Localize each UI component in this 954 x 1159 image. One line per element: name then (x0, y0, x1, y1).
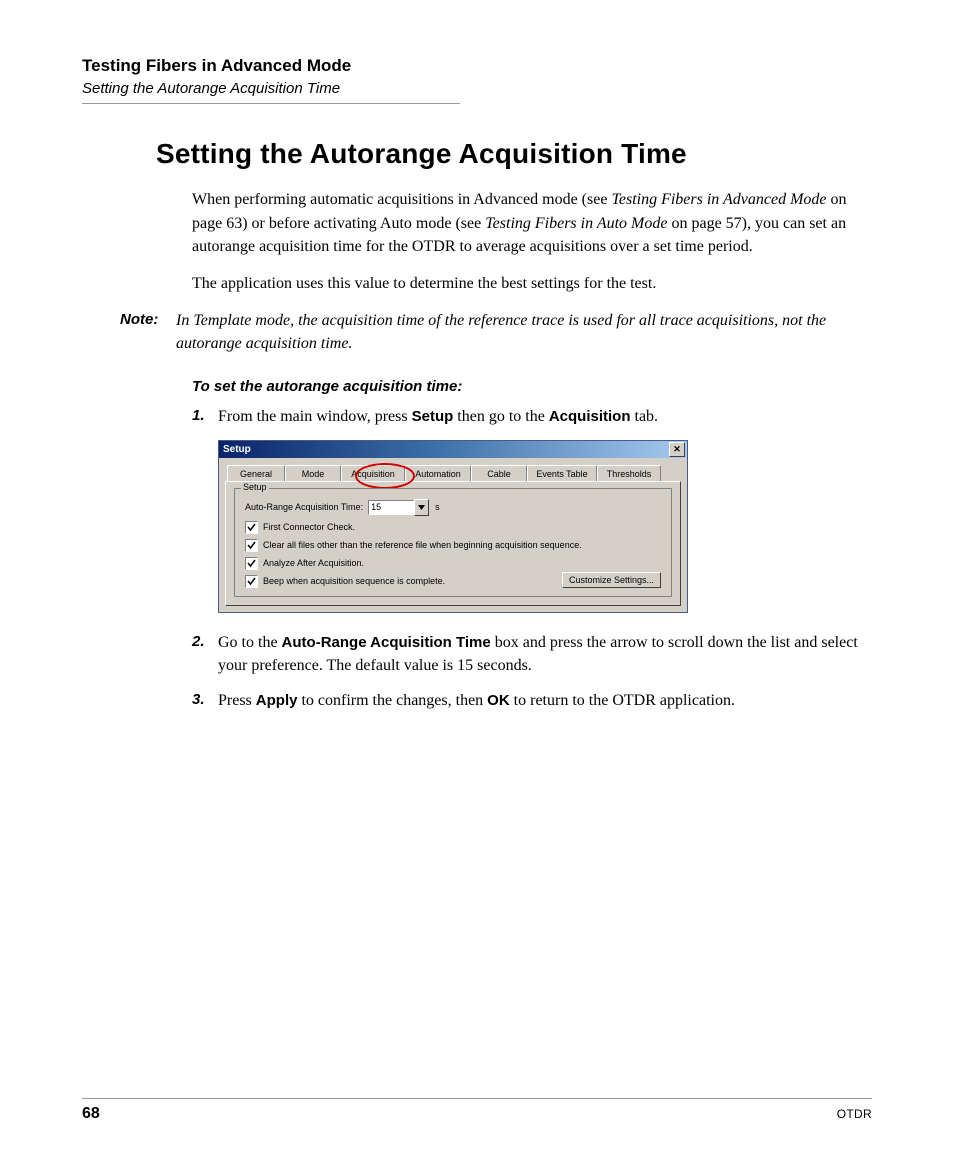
tab-general[interactable]: General (227, 465, 285, 482)
select-auto-range[interactable]: 15 (368, 499, 429, 516)
dialog-titlebar: Setup ✕ (219, 441, 687, 458)
tab-automation[interactable]: Automation (405, 465, 471, 482)
footer-rule (82, 1098, 872, 1099)
ui-ref-setup: Setup (412, 408, 454, 425)
checkbox-beep[interactable] (245, 575, 258, 588)
text: When performing automatic acquisitions i… (192, 191, 611, 208)
dialog-window: Setup ✕ General Mode Acquisition Automat… (218, 440, 688, 613)
tab-events-table[interactable]: Events Table (527, 465, 597, 482)
steps-list-continued: 2. Go to the Auto-Range Acquisition Time… (192, 631, 872, 713)
step-1: 1. From the main window, press Setup the… (192, 405, 872, 428)
screenshot-setup-dialog: Setup ✕ General Mode Acquisition Automat… (218, 440, 686, 613)
checkbox-label: Beep when acquisition sequence is comple… (263, 576, 445, 586)
checkbox-analyze[interactable] (245, 557, 258, 570)
note-text: In Template mode, the acquisition time o… (176, 309, 866, 355)
text: Go to the (218, 634, 282, 651)
unit-label: s (435, 502, 440, 512)
ui-ref-acquisition: Acquisition (549, 408, 631, 425)
checkbox-label: Analyze After Acquisition. (263, 558, 364, 568)
header-rule (82, 103, 460, 104)
step-text: Go to the Auto-Range Acquisition Time bo… (218, 631, 866, 677)
checkbox-label: Clear all files other than the reference… (263, 540, 582, 550)
row-chk-first-connector: First Connector Check. (245, 521, 661, 534)
task-heading: To set the autorange acquisition time: (192, 378, 872, 395)
close-icon[interactable]: ✕ (669, 442, 685, 457)
xref-auto: Testing Fibers in Auto Mode (485, 215, 667, 232)
text: to confirm the changes, then (297, 692, 487, 709)
select-value: 15 (368, 500, 414, 515)
row-chk-analyze: Analyze After Acquisition. (245, 557, 661, 570)
text: to return to the OTDR application. (510, 692, 735, 709)
steps-list: 1. From the main window, press Setup the… (192, 405, 872, 428)
customize-settings-button[interactable]: Customize Settings... (562, 572, 661, 588)
page-title: Setting the Autorange Acquisition Time (156, 138, 872, 170)
row-auto-range: Auto-Range Acquisition Time: 15 s (245, 499, 661, 516)
step-text: Press Apply to confirm the changes, then… (218, 689, 735, 712)
tab-cable[interactable]: Cable (471, 465, 527, 482)
ui-ref-apply: Apply (256, 692, 298, 709)
tab-thresholds[interactable]: Thresholds (597, 465, 661, 482)
checkbox-label: First Connector Check. (263, 522, 355, 532)
dialog-tabs: General Mode Acquisition Automation Cabl… (219, 458, 687, 481)
step-number: 3. (192, 689, 218, 712)
text: Press (218, 692, 256, 709)
row-chk-clear-files: Clear all files other than the reference… (245, 539, 661, 552)
running-header-chapter: Testing Fibers in Advanced Mode (82, 56, 872, 76)
note-label: Note: (120, 309, 176, 355)
checkbox-clear-files[interactable] (245, 539, 258, 552)
text: then go to the (453, 408, 549, 425)
text: From the main window, press (218, 408, 412, 425)
ui-ref-auto-range-box: Auto-Range Acquisition Time (282, 634, 491, 651)
dialog-title-text: Setup (223, 444, 251, 455)
page-footer: 68 OTDR (82, 1105, 872, 1123)
tab-acquisition[interactable]: Acquisition (341, 465, 405, 482)
tab-mode[interactable]: Mode (285, 465, 341, 482)
intro-paragraph-1: When performing automatic acquisitions i… (192, 188, 866, 258)
intro-paragraph-2: The application uses this value to deter… (192, 272, 866, 295)
note-block: Note: In Template mode, the acquisition … (120, 309, 872, 355)
ui-ref-ok: OK (487, 692, 510, 709)
group-setup: Auto-Range Acquisition Time: 15 s First … (234, 488, 672, 597)
label-auto-range: Auto-Range Acquisition Time: (245, 502, 363, 512)
product-name: OTDR (837, 1107, 872, 1121)
page-number: 68 (82, 1105, 100, 1123)
checkbox-first-connector[interactable] (245, 521, 258, 534)
xref-advanced: Testing Fibers in Advanced Mode (611, 191, 826, 208)
step-2: 2. Go to the Auto-Range Acquisition Time… (192, 631, 872, 677)
chevron-down-icon[interactable] (414, 499, 429, 516)
step-3: 3. Press Apply to confirm the changes, t… (192, 689, 872, 712)
dialog-tabpanel: Auto-Range Acquisition Time: 15 s First … (225, 481, 681, 606)
text: tab. (631, 408, 659, 425)
step-number: 1. (192, 405, 218, 428)
step-text: From the main window, press Setup then g… (218, 405, 658, 428)
running-header-section: Setting the Autorange Acquisition Time (82, 80, 872, 97)
step-number: 2. (192, 631, 218, 677)
